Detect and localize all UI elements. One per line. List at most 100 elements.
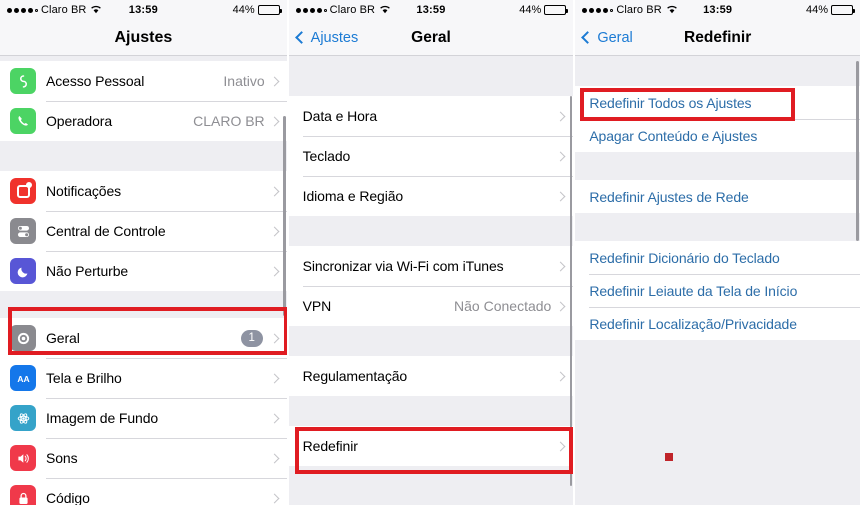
settings-row-operadora[interactable]: Operadora CLARO BR — [0, 101, 287, 141]
row-label: Redefinir Ajustes de Rede — [589, 188, 749, 205]
page-title-1: Ajustes — [114, 28, 173, 46]
general-row-idioma-e-regiao[interactable]: Idioma e Região — [288, 176, 574, 216]
chevron-right-icon — [555, 371, 566, 381]
general-row-data-e-hora[interactable]: Data e Hora — [288, 96, 574, 136]
settings-list-2[interactable]: Data e Hora Teclado Idioma e Região Sinc… — [288, 56, 574, 505]
general-row-sincronizar-itunes[interactable]: Sincronizar via Wi-Fi com iTunes — [288, 246, 574, 286]
row-label: Imagem de Fundo — [46, 410, 159, 426]
nav-bar-2: Ajustes Geral — [288, 20, 574, 56]
passcode-lock-icon — [10, 485, 36, 505]
row-value: Inativo — [223, 73, 265, 89]
battery-percent-label: 44% — [519, 4, 542, 16]
row-label: Notificações — [46, 183, 122, 199]
group-spacer — [288, 56, 574, 96]
chevron-left-icon — [581, 31, 595, 44]
general-gear-icon — [10, 325, 36, 351]
status-bar-left-3: Claro BR — [582, 4, 677, 17]
row-label: Redefinir Localização/Privacidade — [589, 315, 797, 332]
wifi-icon — [379, 4, 391, 17]
screen-general: Claro BR 13:59 44% Ajustes Geral Data e … — [288, 0, 574, 505]
reset-row-apagar-conteudo[interactable]: Apagar Conteúdo e Ajustes — [575, 119, 860, 152]
chevron-right-icon — [269, 413, 280, 423]
row-label: Redefinir Todos os Ajustes — [589, 94, 752, 111]
notifications-icon — [10, 178, 36, 204]
screen-reset: Claro BR 13:59 44% Geral Redefinir Redef… — [575, 0, 860, 505]
chevron-right-icon — [269, 76, 280, 86]
row-label: Tela e Brilho — [46, 370, 122, 386]
chevron-right-icon — [555, 301, 566, 311]
reset-row-leiaute-tela-inicio[interactable]: Redefinir Leiaute da Tela de Início — [575, 274, 860, 307]
row-label: Idioma e Região — [302, 188, 404, 204]
carrier-name: Claro BR — [41, 4, 87, 16]
reset-row-localizacao-privacidade[interactable]: Redefinir Localização/Privacidade — [575, 307, 860, 340]
status-bar-right-2: 44% — [519, 4, 569, 16]
signal-strength-icon — [582, 7, 614, 13]
control-center-icon — [10, 218, 36, 244]
settings-row-personal-hotspot[interactable]: Acesso Pessoal Inativo — [0, 61, 287, 101]
settings-row-central-de-controle[interactable]: Central de Controle — [0, 211, 287, 251]
row-label: Operadora — [46, 113, 113, 129]
display-brightness-icon: AA — [10, 365, 36, 391]
nav-bar-3: Geral Redefinir — [575, 20, 860, 56]
row-label: VPN — [302, 298, 332, 314]
settings-row-codigo[interactable]: Código — [0, 478, 287, 505]
svg-text:AA: AA — [17, 373, 29, 383]
battery-icon — [830, 5, 855, 15]
reset-row-ajustes-de-rede[interactable]: Redefinir Ajustes de Rede — [575, 180, 860, 213]
back-button-ajustes[interactable]: Ajustes — [294, 30, 358, 46]
settings-row-sons[interactable]: Sons — [0, 438, 287, 478]
chevron-right-icon — [269, 373, 280, 383]
reset-row-dicionario-teclado[interactable]: Redefinir Dicionário do Teclado — [575, 241, 860, 274]
settings-row-imagem-de-fundo[interactable]: Imagem de Fundo — [0, 398, 287, 438]
wifi-icon — [666, 4, 678, 17]
red-marker-dot — [665, 453, 674, 461]
carrier-name: Claro BR — [616, 4, 662, 16]
group-spacer — [575, 213, 860, 241]
battery-percent-label: 44% — [232, 4, 255, 16]
do-not-disturb-icon — [10, 258, 36, 284]
row-label: Sincronizar via Wi-Fi com iTunes — [302, 258, 504, 274]
general-row-redefinir[interactable]: Redefinir — [288, 426, 574, 466]
vertical-scrollbar-2[interactable] — [569, 96, 573, 486]
status-bar-3: Claro BR 13:59 44% — [575, 0, 860, 20]
battery-icon — [544, 5, 569, 15]
settings-row-notificacoes[interactable]: Notificações — [0, 171, 287, 211]
status-bar-left-1: Claro BR — [7, 4, 102, 17]
chevron-right-icon — [555, 151, 566, 161]
general-row-teclado[interactable]: Teclado — [288, 136, 574, 176]
general-row-vpn[interactable]: VPN Não Conectado — [288, 286, 574, 326]
row-label: Geral — [46, 330, 80, 346]
group-spacer — [575, 152, 860, 180]
battery-percent-label: 44% — [805, 4, 828, 16]
reset-row-todos-os-ajustes[interactable]: Redefinir Todos os Ajustes — [575, 86, 860, 119]
group-spacer — [0, 291, 287, 318]
chevron-right-icon — [269, 186, 280, 196]
battery-icon — [257, 5, 282, 15]
status-bar-left-2: Claro BR — [295, 4, 391, 17]
vertical-scrollbar-1[interactable] — [283, 116, 286, 316]
settings-row-tela-e-brilho[interactable]: AA Tela e Brilho — [0, 358, 287, 398]
row-label: Apagar Conteúdo e Ajustes — [589, 127, 758, 144]
chevron-right-icon — [555, 191, 566, 201]
settings-list-1[interactable]: Acesso Pessoal Inativo Operadora CLARO B… — [0, 56, 287, 505]
settings-row-nao-perturbe[interactable]: Não Perturbe — [0, 251, 287, 291]
chevron-right-icon — [269, 493, 280, 503]
back-button-geral[interactable]: Geral — [581, 30, 633, 46]
row-value: Não Conectado — [454, 298, 552, 314]
row-label: Data e Hora — [302, 108, 378, 124]
status-badge: 1 — [240, 329, 263, 347]
vertical-scrollbar-3[interactable] — [856, 61, 859, 241]
status-bar-right-1: 44% — [232, 4, 282, 16]
row-label: Regulamentação — [302, 368, 408, 384]
group-spacer — [288, 216, 574, 246]
status-bar-1: Claro BR 13:59 44% — [0, 0, 287, 20]
signal-strength-icon — [7, 7, 38, 13]
settings-row-geral[interactable]: Geral 1 — [0, 318, 287, 358]
row-label: Redefinir Dicionário do Teclado — [589, 249, 780, 266]
settings-list-3[interactable]: Redefinir Todos os Ajustes Apagar Conteú… — [575, 56, 860, 505]
row-label: Redefinir Leiaute da Tela de Início — [589, 282, 798, 299]
row-label: Teclado — [302, 148, 351, 164]
chevron-right-icon — [269, 333, 280, 343]
general-row-regulamentacao[interactable]: Regulamentação — [288, 356, 574, 396]
personal-hotspot-icon — [10, 68, 36, 94]
